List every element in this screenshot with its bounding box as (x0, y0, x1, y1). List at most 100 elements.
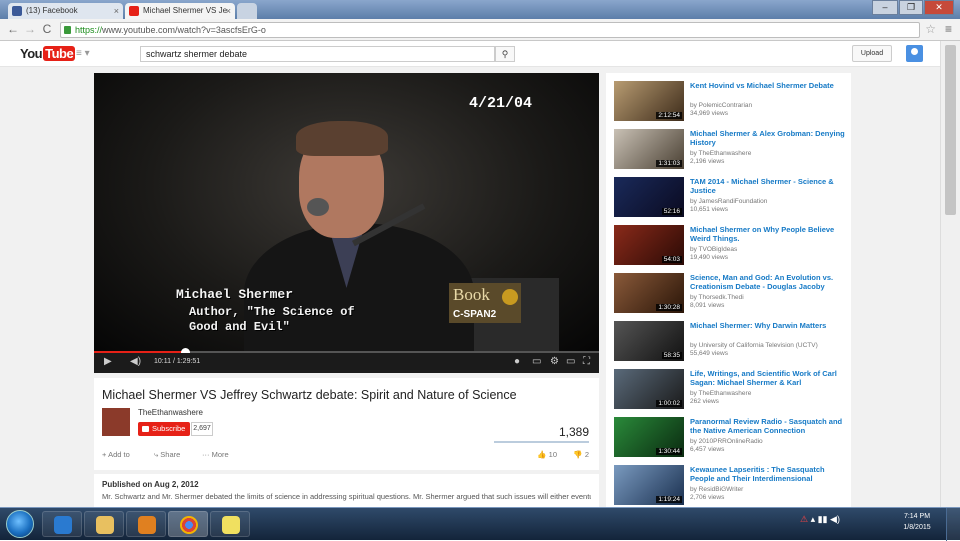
forward-button[interactable]: → (23, 22, 37, 36)
start-button[interactable] (6, 510, 34, 538)
search-button[interactable]: ⚲ (495, 46, 515, 62)
related-video-channel: by TVOBigIdeas (690, 246, 738, 253)
volume-icon[interactable]: ◀) (830, 514, 840, 524)
taskbar-file-explorer[interactable] (84, 511, 124, 537)
related-video-channel: by TheEthanwashere (690, 150, 752, 157)
network-icon[interactable]: ▮▮ (818, 514, 828, 524)
related-video-thumbnail[interactable]: 52:16 (614, 177, 684, 217)
show-desktop-button[interactable] (946, 508, 960, 541)
theater-mode-icon[interactable]: ▭ (566, 356, 575, 367)
related-video-thumbnail[interactable]: 58:35 (614, 321, 684, 361)
description-panel: Published on Aug 2, 2012 Mr. Schwartz an… (94, 474, 599, 507)
captions-icon[interactable]: ▭ (532, 356, 541, 367)
restore-button[interactable]: ❐ (899, 0, 923, 15)
related-video-item[interactable]: 2:12:54 Kent Hovind vs Michael Shermer De… (614, 81, 849, 127)
related-video-title[interactable]: Life, Writings, and Scientific Work of C… (690, 369, 845, 387)
system-tray[interactable]: ⚠ ▴ ▮▮ ◀) (800, 514, 840, 525)
related-video-title[interactable]: Kewaunee Lapseritis : The Sasquatch Peop… (690, 465, 845, 483)
related-video-item[interactable]: 1:31:03 Michael Shermer & Alex Grobman: D… (614, 129, 849, 175)
autoplay-icon[interactable]: ● (514, 356, 520, 367)
video-duration: 1:30:28 (656, 304, 682, 311)
back-button[interactable]: ← (6, 22, 20, 36)
play-icon[interactable]: ▶ (104, 356, 112, 367)
new-tab-button[interactable] (237, 3, 257, 19)
related-video-thumbnail[interactable]: 54:03 (614, 225, 684, 265)
close-window-button[interactable]: ✕ (924, 0, 954, 15)
scrollbar-thumb[interactable] (945, 45, 956, 215)
related-videos-sidebar: 2:12:54 Kent Hovind vs Michael Shermer De… (606, 73, 851, 507)
timecode: 10:11 / 1:29:51 (154, 358, 201, 365)
related-video-item[interactable]: 1:30:44 Paranormal Review Radio - Sasquat… (614, 417, 849, 463)
thumbs-down-icon: 👎 (573, 450, 585, 459)
related-video-title[interactable]: Kent Hovind vs Michael Shermer Debate (690, 81, 845, 90)
related-video-item[interactable]: 54:03 Michael Shermer on Why People Belie… (614, 225, 849, 271)
related-video-thumbnail[interactable]: 1:30:28 (614, 273, 684, 313)
related-video-title[interactable]: TAM 2014 - Michael Shermer - Science & J… (690, 177, 845, 195)
related-video-title[interactable]: Science, Man and God: An Evolution vs. C… (690, 273, 845, 291)
related-video-item[interactable]: 1:19:24 Kewaunee Lapseritis : The Sasquat… (614, 465, 849, 507)
related-video-thumbnail[interactable]: 2:12:54 (614, 81, 684, 121)
video-duration: 1:31:03 (656, 160, 682, 167)
clock-date: 1/8/2015 (903, 524, 931, 531)
more-icon: ··· (202, 450, 212, 459)
youtube-logo[interactable]: You Tube (20, 46, 76, 61)
taskbar-chrome[interactable] (168, 511, 208, 537)
subscribe-button[interactable]: Subscribe (138, 422, 190, 436)
related-video-item[interactable]: 52:16 TAM 2014 - Michael Shermer - Scienc… (614, 177, 849, 223)
minimize-button[interactable]: – (872, 0, 898, 15)
related-video-title[interactable]: Michael Shermer: Why Darwin Matters (690, 321, 845, 330)
related-video-title[interactable]: Michael Shermer on Why People Believe We… (690, 225, 845, 243)
taskbar-sticky-notes[interactable] (210, 511, 250, 537)
related-video-title[interactable]: Michael Shermer & Alex Grobman: Denying … (690, 129, 845, 147)
channel-avatar[interactable] (102, 408, 130, 436)
upload-button[interactable]: Upload (852, 45, 892, 62)
related-video-channel: by 2010PRROnlineRadio (690, 438, 763, 445)
video-duration: 54:03 (661, 256, 682, 263)
video-duration: 58:35 (661, 352, 682, 359)
guide-menu-icon[interactable]: ≡ ▾ (76, 48, 90, 59)
video-duration: 1:00:02 (656, 400, 682, 407)
fullscreen-icon[interactable]: ⛶ (583, 356, 590, 367)
video-frame: 4/21/04 Michael Shermer Author, "The Sci… (94, 73, 599, 363)
related-video-item[interactable]: 58:35 Michael Shermer: Why Darwin Matters… (614, 321, 849, 367)
address-bar[interactable]: https://www.youtube.com/watch?v=3ascfsEr… (60, 22, 920, 38)
warning-icon[interactable]: ⚠ (800, 514, 808, 524)
description-text: Mr. Schwartz and Mr. Shermer debated the… (102, 492, 591, 501)
related-video-item[interactable]: 1:00:02 Life, Writings, and Scientific Wo… (614, 369, 849, 415)
related-video-title[interactable]: Paranormal Review Radio - Sasquatch and … (690, 417, 845, 435)
video-player[interactable]: 4/21/04 Michael Shermer Author, "The Sci… (94, 73, 599, 373)
video-duration: 1:19:24 (656, 496, 682, 503)
settings-gear-icon[interactable]: ⚙ (550, 356, 559, 367)
tab-facebook[interactable]: (13) Facebook × (8, 3, 123, 19)
related-video-thumbnail[interactable]: 1:31:03 (614, 129, 684, 169)
avatar[interactable] (906, 45, 923, 62)
clock[interactable]: 7:14 PM 1/8/2015 (898, 511, 936, 533)
related-video-thumbnail[interactable]: 1:30:44 (614, 417, 684, 457)
search-input[interactable]: schwartz shermer debate (140, 46, 495, 62)
bookmark-star-icon[interactable]: ☆ (925, 22, 936, 36)
tab-youtube[interactable]: Michael Shermer VS Je × (125, 3, 235, 19)
scrollbar[interactable] (940, 41, 960, 507)
url-text: www.youtube.com/watch?v=3ascfsErG-o (102, 25, 266, 35)
more-button[interactable]: ··· More (202, 450, 229, 459)
related-video-thumbnail[interactable]: 1:19:24 (614, 465, 684, 505)
reload-button[interactable]: C (40, 22, 54, 36)
like-button[interactable]: 👍 10 (537, 450, 557, 459)
menu-icon[interactable]: ≡ (945, 22, 952, 36)
dislike-button[interactable]: 👎 2 (573, 450, 589, 459)
close-icon[interactable]: × (114, 3, 119, 19)
related-video-thumbnail[interactable]: 1:00:02 (614, 369, 684, 409)
sticky-notes-icon (222, 516, 240, 534)
view-count: 1,389 (558, 425, 589, 439)
share-button[interactable]: ⤷ Share (154, 450, 180, 460)
tab-title: Michael Shermer VS Je (143, 6, 228, 15)
related-video-channel: by ResidBiGWriter (690, 486, 744, 493)
add-to-button[interactable]: + Add to (102, 450, 130, 459)
taskbar-internet-explorer[interactable] (42, 511, 82, 537)
volume-icon[interactable]: ◀) (130, 356, 141, 367)
related-video-item[interactable]: 1:30:28 Science, Man and God: An Evolutio… (614, 273, 849, 319)
channel-name[interactable]: TheEthanwashere (138, 408, 203, 417)
close-icon[interactable]: × (226, 3, 231, 19)
video-date-overlay: 4/21/04 (469, 95, 533, 112)
taskbar-media-player[interactable] (126, 511, 166, 537)
